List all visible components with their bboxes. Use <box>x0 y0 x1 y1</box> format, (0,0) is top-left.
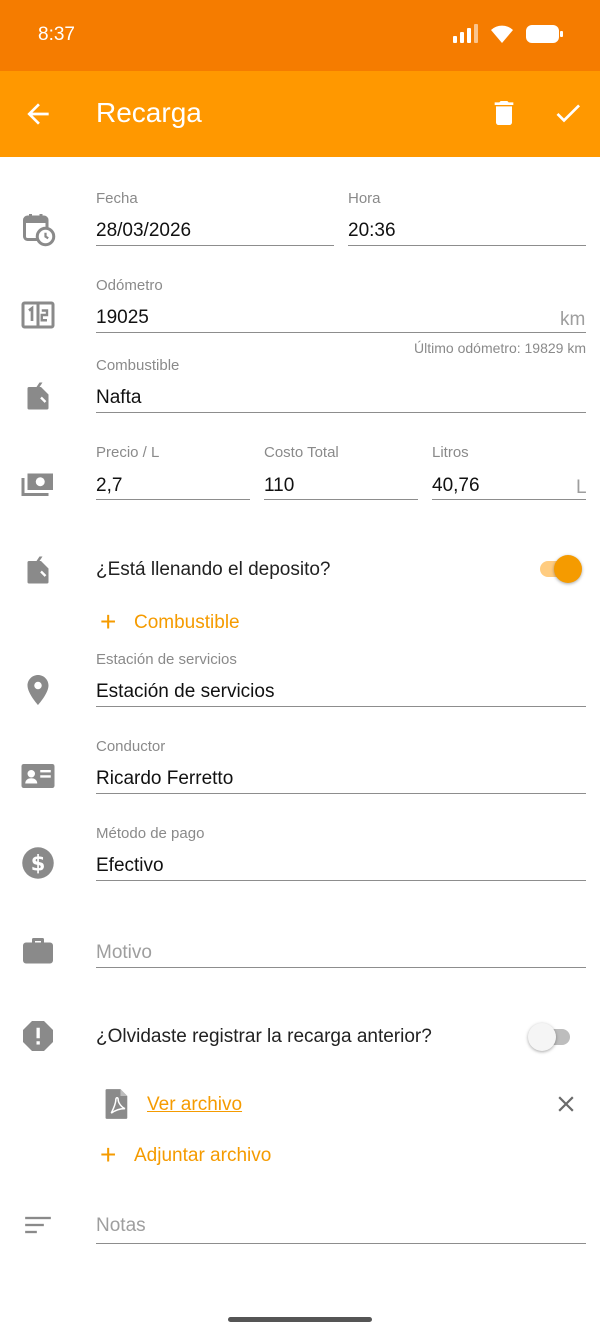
wifi-icon <box>491 25 513 43</box>
alert-octagon-icon <box>23 1021 53 1051</box>
total-cost-underline <box>264 499 418 500</box>
odometer-unit: km <box>560 309 586 330</box>
time-field[interactable]: 20:36 <box>348 220 396 242</box>
date-underline <box>96 245 334 246</box>
driver-underline <box>96 793 586 794</box>
check-icon[interactable] <box>550 97 586 129</box>
calendar-clock-icon <box>23 214 56 247</box>
reason-field[interactable]: Motivo <box>96 942 152 964</box>
full-tank-switch[interactable] <box>540 555 582 583</box>
payment-underline <box>96 880 586 881</box>
liters-unit: L <box>576 477 587 498</box>
add-fuel-plus-icon: + <box>100 606 117 637</box>
time-underline <box>348 245 586 246</box>
fuel-can-icon <box>27 382 49 410</box>
station-field[interactable]: Estación de servicios <box>96 681 274 703</box>
fuel-field[interactable]: Nafta <box>96 387 141 409</box>
date-label: Fecha <box>96 190 138 207</box>
station-label: Estación de servicios <box>96 651 237 668</box>
close-icon[interactable] <box>553 1091 579 1117</box>
status-icons <box>452 24 564 44</box>
total-cost-field[interactable]: 110 <box>264 475 294 497</box>
liters-underline <box>432 499 586 500</box>
dollar-circle-icon: $ <box>22 847 54 879</box>
app-bar: Recarga <box>0 71 600 157</box>
add-fuel-button[interactable]: Combustible <box>134 612 240 634</box>
fuel-label: Combustible <box>96 357 180 374</box>
pdf-file-icon <box>105 1089 128 1119</box>
notes-underline <box>96 1243 586 1244</box>
odometer-underline <box>96 332 586 333</box>
reason-underline <box>96 967 586 968</box>
fuel-can-icon <box>27 556 49 584</box>
odometer-hint: Último odómetro: 19829 km <box>414 340 586 356</box>
price-label: Precio / L <box>96 444 160 461</box>
page-title: Recarga <box>96 97 202 128</box>
price-underline <box>96 499 250 500</box>
total-cost-label: Costo Total <box>264 444 339 461</box>
home-indicator[interactable] <box>228 1317 372 1322</box>
location-pin-icon <box>27 675 49 705</box>
status-bar: 8:37 <box>0 0 600 71</box>
money-icon <box>21 473 53 496</box>
odometer-label: Odómetro <box>96 277 163 294</box>
attach-file-button[interactable]: Adjuntar archivo <box>134 1145 271 1167</box>
driver-field[interactable]: Ricardo Ferretto <box>96 768 233 790</box>
briefcase-icon <box>23 938 53 964</box>
signal-icon <box>453 24 478 43</box>
date-field[interactable]: 28/03/2026 <box>96 220 191 242</box>
notes-field[interactable]: Notas <box>96 1215 146 1237</box>
liters-label: Litros <box>432 444 469 461</box>
attach-plus-icon: + <box>100 1139 117 1170</box>
liters-field[interactable]: 40,76 <box>432 475 480 497</box>
fuel-underline <box>96 412 586 413</box>
status-time: 8:37 <box>38 24 75 45</box>
station-underline <box>96 706 586 707</box>
odometer-icon <box>21 301 55 329</box>
arrow-back-icon[interactable] <box>22 98 54 130</box>
odometer-field[interactable]: 19025 <box>96 307 149 329</box>
forgot-previous-label: ¿Olvidaste registrar la recarga anterior… <box>96 1026 432 1047</box>
payment-label: Método de pago <box>96 825 205 842</box>
id-card-icon <box>21 764 55 788</box>
forgot-previous-switch[interactable] <box>528 1023 570 1051</box>
trash-icon[interactable] <box>488 97 520 129</box>
driver-label: Conductor <box>96 738 166 755</box>
view-file-link[interactable]: Ver archivo <box>147 1094 242 1116</box>
battery-icon <box>526 25 563 43</box>
notes-lines-icon <box>25 1216 51 1234</box>
payment-field[interactable]: Efectivo <box>96 855 164 877</box>
full-tank-label: ¿Está llenando el deposito? <box>96 559 331 580</box>
svg-text:$: $ <box>31 852 46 876</box>
price-field[interactable]: 2,7 <box>96 475 122 497</box>
time-label: Hora <box>348 190 381 207</box>
